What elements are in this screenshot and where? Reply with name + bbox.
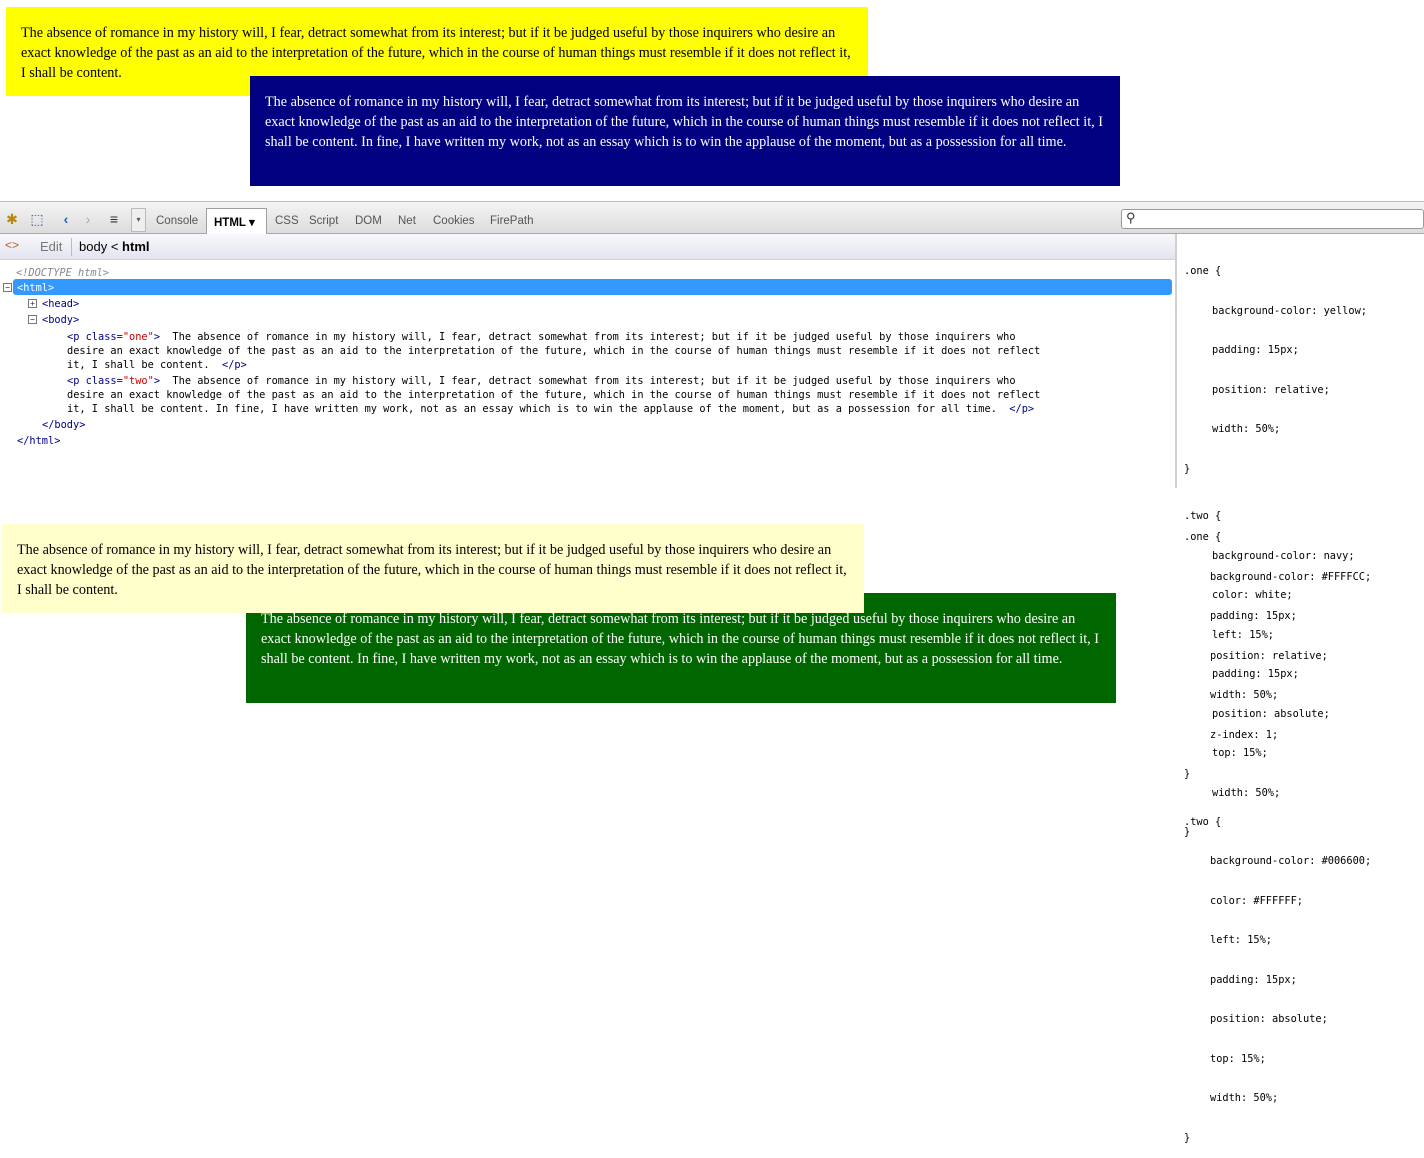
css-decl: width: 50%; <box>1212 423 1281 435</box>
css-decl: position: relative; <box>1212 383 1330 396</box>
p-two-open-tag: <p <box>67 375 80 387</box>
forward-icon[interactable]: › <box>79 210 97 228</box>
p-two-text-3: it, I shall be content. In fine, I have … <box>67 403 997 415</box>
html-tree-view: <!DOCTYPE html> − <html> + <head> − <bod… <box>0 260 1176 488</box>
css-selector-one: .one { <box>1184 531 1222 543</box>
p-two-attr-value: "two" <box>122 375 154 387</box>
p-one-text-3: it, I shall be content. <box>67 359 210 371</box>
css-decl: left: 15%; <box>1210 934 1272 946</box>
breadcrumb-item-html[interactable]: html <box>122 239 149 254</box>
p-two-bracket: > <box>153 375 161 387</box>
css-decl: padding: 15px; <box>1210 973 1297 986</box>
css-close-brace: } <box>1184 1131 1191 1144</box>
body-open-tag[interactable]: <body> <box>42 313 79 327</box>
p-one-line-1[interactable]: <p class="one"> The absence of romance i… <box>67 330 1016 344</box>
tab-css[interactable]: CSS <box>275 210 299 232</box>
css-rules-bottom: .one { background-color: #FFFFCC; paddin… <box>1184 506 1371 1158</box>
tab-net[interactable]: Net <box>398 210 416 232</box>
tab-html-label: HTML <box>214 217 246 229</box>
css-decl: background-color: #FFFFCC; <box>1210 570 1372 583</box>
p-one-text-1: The absence of romance in my history wil… <box>172 331 1016 343</box>
p-one-attr-value: "one" <box>122 331 154 343</box>
css-decl: width: 50%; <box>1210 689 1279 701</box>
paragraph-one-light-yellow: The absence of romance in my history wil… <box>2 524 864 613</box>
p-two-line-1[interactable]: <p class="two"> The absence of romance i… <box>67 374 1016 388</box>
search-icon: ⚲ <box>1126 210 1136 225</box>
p-one-line-3: it, I shall be content. </p> <box>67 358 247 372</box>
css-decl: color: #FFFFFF; <box>1210 894 1303 907</box>
breadcrumb-divider <box>71 238 72 256</box>
css-close-brace: } <box>1184 462 1191 475</box>
firebug-icon[interactable]: ✱ <box>3 210 21 228</box>
head-tag[interactable]: <head> <box>42 297 79 311</box>
html-close-tag[interactable]: </html> <box>17 434 60 448</box>
collapse-body-icon[interactable]: − <box>28 315 37 324</box>
p-two-text-2: desire an exact knowledge of the past as… <box>67 389 1041 401</box>
p-two-close-tag: </p> <box>1009 403 1035 415</box>
p-two-text-1: The absence of romance in my history wil… <box>172 375 1016 387</box>
css-decl: padding: 15px; <box>1210 610 1297 622</box>
breadcrumb-item-body[interactable]: body <box>79 239 107 254</box>
tab-firepath[interactable]: FirePath <box>490 210 533 232</box>
p-one-attr: class= <box>85 331 123 343</box>
doctype-line: <!DOCTYPE html> <box>16 267 109 279</box>
css-decl: width: 50%; <box>1210 1092 1279 1104</box>
chevron-down-icon: ▾ <box>248 217 255 229</box>
p-one-close-tag: </p> <box>222 359 247 371</box>
css-selector-two: .two { <box>1184 815 1222 828</box>
dropdown-icon[interactable]: ▾ <box>131 208 146 232</box>
break-on-mutate-icon[interactable]: <> <box>5 238 19 252</box>
body-close-tag[interactable]: </body> <box>42 418 85 432</box>
css-decl: top: 15%; <box>1210 1052 1266 1065</box>
p-one-bracket: > <box>153 331 161 343</box>
css-decl: background-color: yellow; <box>1212 304 1367 317</box>
breadcrumb: <> Edit body < html <box>0 234 1176 260</box>
tab-html[interactable]: HTML ▾ <box>206 208 267 234</box>
menu-icon[interactable]: ≡ <box>105 210 123 228</box>
search-input[interactable]: ⚲ <box>1121 209 1424 229</box>
selected-row-highlight[interactable] <box>13 279 1172 295</box>
p-two-attr: class= <box>85 375 123 387</box>
css-decl: padding: 15px; <box>1212 344 1299 356</box>
tab-script[interactable]: Script <box>309 210 338 232</box>
css-decl: background-color: #006600; <box>1210 855 1372 867</box>
panel-splitter[interactable] <box>1175 234 1177 488</box>
css-selector-one: .one { <box>1184 265 1222 277</box>
firebug-toolbar: ✱ ⬚ ‹ › ≡ ▾ Console HTML ▾ CSS Script DO… <box>0 201 1424 234</box>
breadcrumb-path: body < html <box>79 239 150 254</box>
expand-head-icon[interactable]: + <box>28 299 37 308</box>
back-icon[interactable]: ‹ <box>57 210 75 228</box>
tab-dom[interactable]: DOM <box>355 210 382 232</box>
tab-cookies[interactable]: Cookies <box>433 210 475 232</box>
collapse-html-icon[interactable]: − <box>3 283 12 292</box>
css-decl: z-index: 1; <box>1210 728 1279 741</box>
css-decl: position: absolute; <box>1210 1013 1328 1025</box>
css-close-brace: } <box>1184 768 1191 780</box>
tab-console[interactable]: Console <box>156 210 198 232</box>
css-decl: position: relative; <box>1210 649 1328 662</box>
p-one-open-tag: <p <box>67 331 80 343</box>
inspect-icon[interactable]: ⬚ <box>28 210 46 228</box>
paragraph-two-navy: The absence of romance in my history wil… <box>250 76 1120 186</box>
edit-button[interactable]: Edit <box>40 239 62 254</box>
p-two-line-3: it, I shall be content. In fine, I have … <box>67 402 1034 416</box>
p-one-text-2: desire an exact knowledge of the past as… <box>67 345 1041 357</box>
html-open-tag[interactable]: <html> <box>17 281 54 295</box>
breadcrumb-separator: < <box>110 239 119 254</box>
